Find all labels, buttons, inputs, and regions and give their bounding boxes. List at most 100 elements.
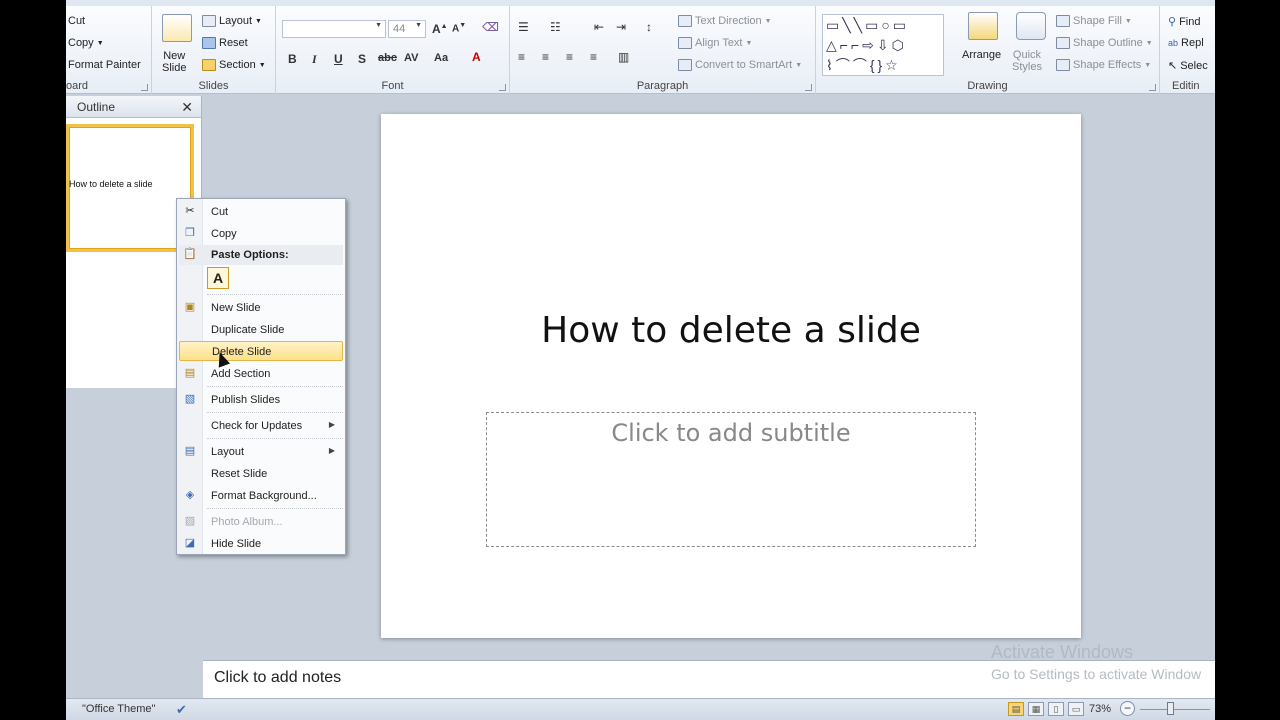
menu-item-add-section[interactable]: ▤ Add Section [179, 364, 343, 384]
menu-item-format-background[interactable]: ◈ Format Background... [179, 486, 343, 506]
menu-item-new-slide[interactable]: ▣ New Slide [179, 298, 343, 318]
close-icon[interactable]: ✕ [181, 99, 193, 116]
font-launcher-icon[interactable] [499, 84, 506, 91]
character-spacing-icon[interactable]: AV [404, 52, 418, 64]
menu-item-check-for-updates[interactable]: Check for Updates ▶ [179, 416, 343, 436]
columns-icon[interactable]: ▥ [618, 50, 629, 64]
menu-item-delete-slide[interactable]: Delete Slide [179, 341, 343, 361]
font-name-combo[interactable]: ▼ [282, 20, 386, 38]
pane-header: Outline ✕ [66, 96, 201, 118]
arrange-icon [968, 12, 998, 40]
reset-button[interactable]: Reset [202, 37, 248, 49]
dropdown-arrow-icon: ▼ [795, 61, 803, 69]
align-text-label: Align Text [695, 37, 743, 49]
menu-item-duplicate-slide[interactable]: Duplicate Slide [179, 320, 343, 340]
text-direction-button[interactable]: Text Direction ▼ [678, 15, 772, 27]
layout-button[interactable]: Layout ▼ [202, 15, 262, 27]
zoom-slider[interactable] [1140, 709, 1210, 710]
reading-view-icon[interactable]: ▯ [1048, 702, 1064, 716]
slide-thumbnail[interactable]: How to delete a slide [66, 124, 194, 252]
grow-font-icon[interactable]: A▲ [432, 22, 448, 36]
find-button[interactable]: ⚲ Find [1168, 15, 1200, 29]
section-label: Section [219, 59, 256, 71]
menu-item-reset-slide[interactable]: Reset Slide [179, 464, 343, 484]
paragraph-launcher-icon[interactable] [805, 84, 812, 91]
activation-watermark-text: Go to Settings to activate Window [991, 666, 1202, 682]
status-bar: "Office Theme" ✔ ▤ ▦ ▯ ▭ 73% − [66, 698, 1215, 720]
copy-button[interactable]: Copy ▼ [68, 37, 104, 49]
strikethrough-icon[interactable]: abc [378, 52, 397, 64]
convert-smartart-button[interactable]: Convert to SmartArt ▼ [678, 59, 802, 71]
convert-smartart-label: Convert to SmartArt [695, 59, 793, 71]
zoom-slider-thumb[interactable] [1167, 702, 1174, 715]
layout-icon [202, 15, 216, 27]
shadow-icon[interactable]: S [358, 52, 366, 66]
underline-icon[interactable]: U [334, 52, 343, 66]
clipboard-group: Cut Copy ▼ Format Painter oard [66, 6, 152, 94]
menu-item-publish-slides[interactable]: ▧ Publish Slides [179, 390, 343, 410]
menu-item-reset-slide-label: Reset Slide [211, 468, 268, 480]
clipboard-launcher-icon[interactable] [141, 84, 148, 91]
subtitle-placeholder[interactable]: Click to add subtitle [486, 412, 976, 547]
align-text-button[interactable]: Align Text ▼ [678, 37, 752, 49]
menu-heading-paste-options: 📋 Paste Options: [179, 245, 343, 265]
submenu-arrow-icon: ▶ [328, 446, 335, 455]
italic-icon[interactable]: I [312, 52, 317, 67]
paragraph-group: ☰ ☷ ⇤ ⇥ ↕ Text Direction ▼ Align Text ▼ Co… [510, 6, 816, 94]
slide-title[interactable]: How to delete a slide [381, 310, 1081, 351]
select-button[interactable]: ↖ Selec [1168, 59, 1208, 73]
zoom-out-icon[interactable]: − [1120, 701, 1135, 716]
align-right-icon[interactable]: ≡ [566, 50, 573, 64]
zoom-level[interactable]: 73% [1089, 703, 1111, 715]
clear-formatting-icon[interactable]: ⌫ [482, 20, 499, 34]
arrange-button[interactable]: Arrange [962, 49, 1001, 61]
spell-check-icon[interactable]: ✔ [176, 702, 187, 718]
slide-show-icon[interactable]: ▭ [1068, 702, 1084, 716]
dropdown-arrow-icon: ▼ [255, 17, 262, 25]
slide-sorter-icon[interactable]: ▦ [1028, 702, 1044, 716]
new-slide-button[interactable]: New Slide [162, 50, 186, 74]
menu-separator [207, 508, 343, 509]
quick-styles-button[interactable]: Quick Styles [1012, 49, 1042, 73]
shape-effects-button[interactable]: Shape Effects ▼ [1056, 59, 1151, 71]
shape-outline-label: Shape Outline [1073, 37, 1143, 49]
bullets-icon[interactable]: ☰ [518, 20, 529, 34]
menu-item-layout[interactable]: ▤ Layout ▶ [179, 442, 343, 462]
shape-outline-button[interactable]: Shape Outline ▼ [1056, 37, 1153, 49]
clipboard-group-label: oard [66, 80, 89, 92]
drawing-launcher-icon[interactable] [1149, 84, 1156, 91]
menu-item-hide-slide[interactable]: ◪ Hide Slide [179, 534, 343, 554]
shape-fill-button[interactable]: Shape Fill ▼ [1056, 15, 1132, 27]
increase-indent-icon[interactable]: ⇥ [616, 20, 626, 34]
slide-canvas[interactable]: How to delete a slide Click to add subti… [381, 114, 1081, 638]
paste-keep-text-only-button[interactable]: A [207, 267, 229, 289]
align-center-icon[interactable]: ≡ [542, 50, 549, 64]
menu-item-duplicate-slide-label: Duplicate Slide [211, 324, 285, 336]
bold-icon[interactable]: B [288, 52, 297, 66]
theme-name[interactable]: "Office Theme" [82, 703, 155, 715]
justify-icon[interactable]: ≡ [590, 50, 597, 64]
line-spacing-icon[interactable]: ↕ [646, 20, 652, 34]
align-left-icon[interactable]: ≡ [518, 50, 525, 64]
menu-item-copy-label: Copy [211, 228, 237, 240]
tab-outline[interactable]: Outline [66, 98, 126, 118]
menu-item-cut[interactable]: ✂ Cut [179, 202, 343, 222]
section-button[interactable]: Section ▼ [202, 59, 266, 71]
shapes-gallery[interactable]: ▭╲╲▭○▭ △⌐⌐⇨⇩⬡ ⌇⌒⌒{}☆ [822, 14, 944, 76]
numbering-icon[interactable]: ☷ [550, 20, 561, 34]
menu-item-copy[interactable]: ❐ Copy [179, 224, 343, 244]
cut-button[interactable]: Cut [68, 15, 85, 27]
font-color-icon[interactable]: A [472, 50, 481, 64]
slides-group-label: Slides [198, 80, 229, 92]
shrink-font-icon[interactable]: A▼ [452, 22, 466, 34]
format-painter-button[interactable]: Format Painter [68, 59, 141, 71]
add-section-icon: ▤ [184, 367, 196, 379]
replace-button[interactable]: ab Repl [1168, 37, 1204, 49]
font-size-combo[interactable]: 44 ▼ [388, 20, 426, 38]
shape-effects-label: Shape Effects [1073, 59, 1142, 71]
quick-styles-label-1: Quick [1012, 49, 1042, 61]
dropdown-arrow-icon: ▼ [375, 22, 382, 29]
decrease-indent-icon[interactable]: ⇤ [594, 20, 604, 34]
change-case-icon[interactable]: Aa [434, 52, 448, 64]
normal-view-icon[interactable]: ▤ [1008, 702, 1024, 716]
